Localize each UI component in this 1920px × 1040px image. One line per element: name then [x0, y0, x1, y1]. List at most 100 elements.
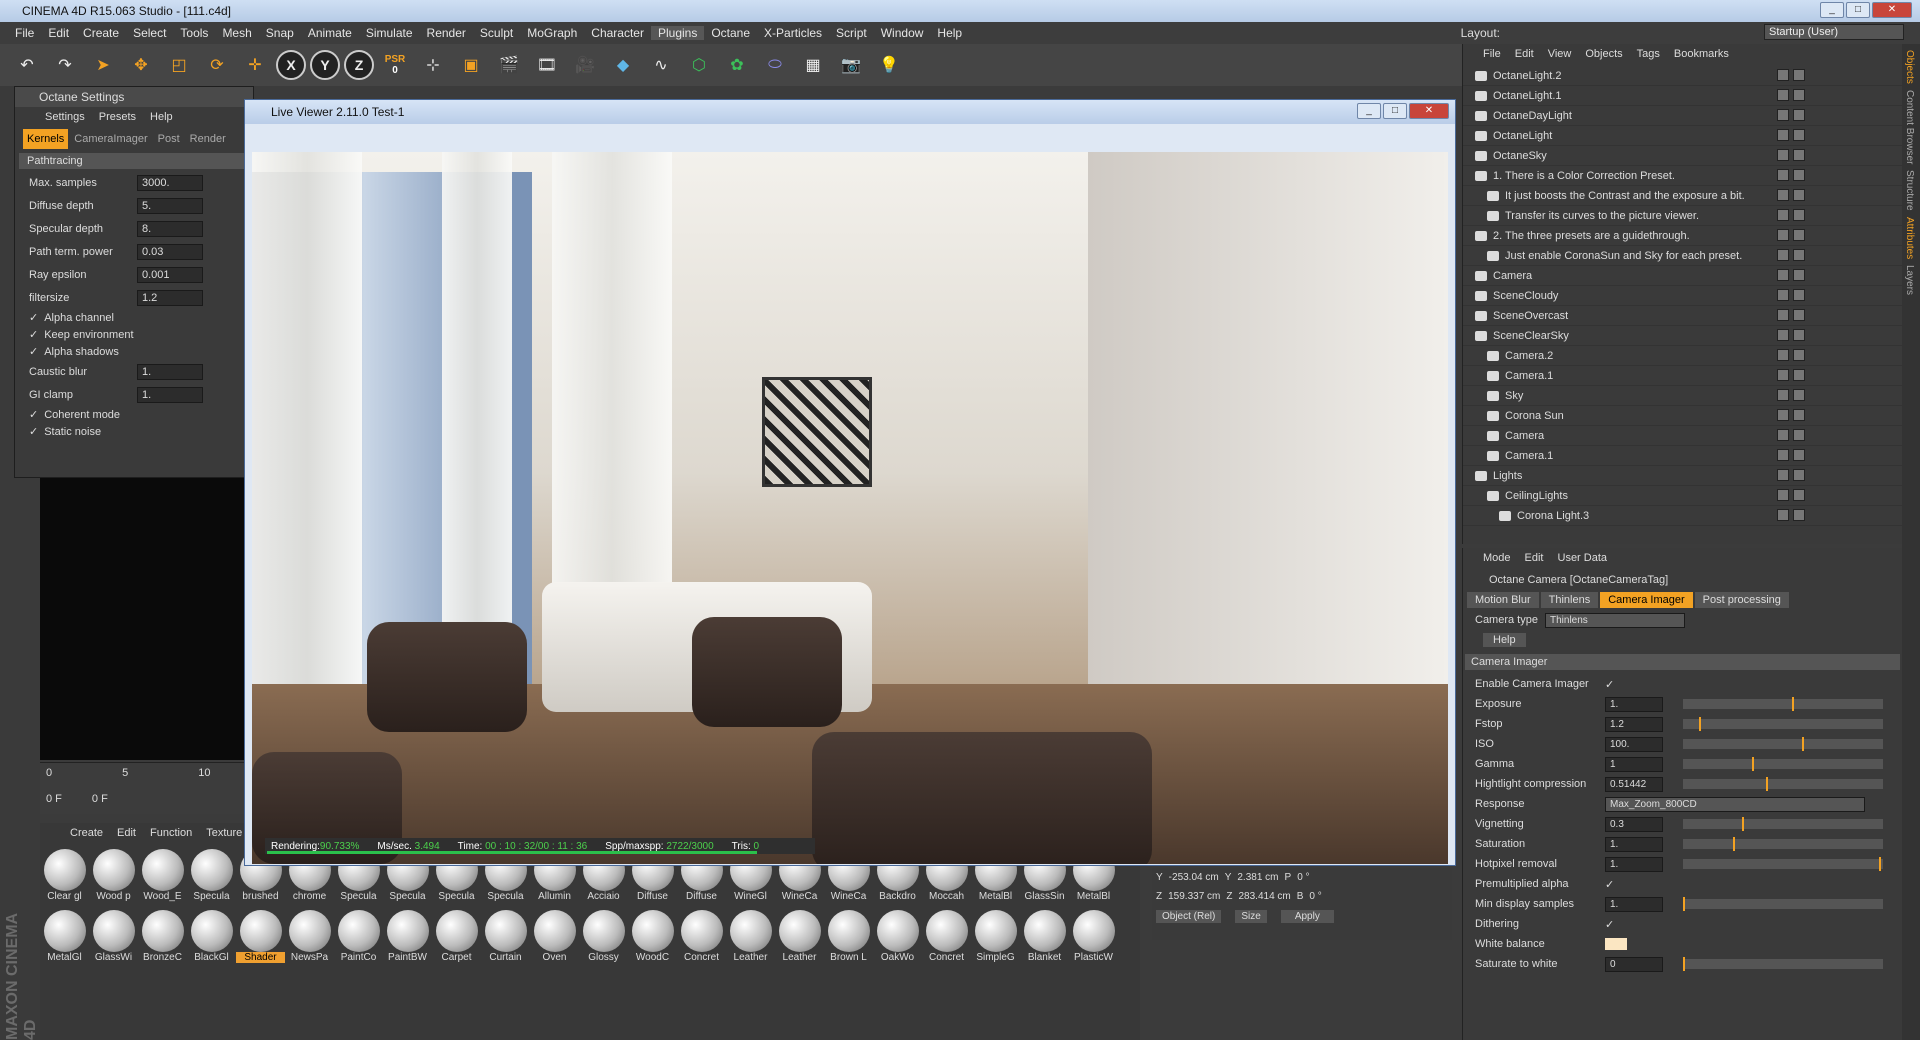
tag-icon[interactable] [1793, 369, 1805, 381]
material-swatch[interactable]: Shader [236, 908, 285, 968]
visibility-toggle[interactable] [1777, 169, 1789, 181]
menu-item-edit[interactable]: Edit [117, 827, 136, 839]
object-row[interactable]: Camera [1463, 426, 1902, 446]
visibility-toggle[interactable] [1777, 469, 1789, 481]
current-frame-field[interactable]: 0 F [46, 793, 62, 805]
tab-post-processing[interactable]: Post processing [1694, 592, 1789, 608]
menu-item-edit[interactable]: Edit [1515, 48, 1534, 62]
size-y-field[interactable]: 2.381 cm [1237, 872, 1278, 883]
tag-icon[interactable] [1793, 169, 1805, 181]
attribute-slider[interactable] [1683, 777, 1883, 791]
attribute-value-field[interactable]: 1. [1605, 896, 1663, 912]
slider-handle[interactable] [1732, 837, 1735, 851]
setting-value-field[interactable]: 1.2 [137, 289, 203, 306]
menu-item-edit[interactable]: Edit [1525, 552, 1544, 566]
object-row[interactable]: 1. There is a Color Correction Preset. [1463, 166, 1902, 186]
menu-item-render[interactable]: Render [420, 26, 473, 40]
scale-icon[interactable]: ◰ [162, 48, 196, 82]
checkbox-icon[interactable]: ✓ [29, 425, 38, 438]
visibility-toggle[interactable] [1777, 369, 1789, 381]
material-swatch[interactable]: MetalGl [40, 908, 89, 968]
object-row[interactable]: 2. The three presets are a guidethrough. [1463, 226, 1902, 246]
setting-value-field[interactable]: 5. [137, 197, 203, 214]
material-swatch[interactable]: BronzeC [138, 908, 187, 968]
attribute-value-field[interactable]: 1. [1605, 696, 1663, 712]
material-swatch[interactable]: Carpet [432, 908, 481, 968]
tag-icon[interactable] [1793, 189, 1805, 201]
attribute-slider[interactable] [1683, 757, 1883, 771]
attribute-value-field[interactable]: 100. [1605, 736, 1663, 752]
visibility-toggle[interactable] [1777, 209, 1789, 221]
tag-icon[interactable] [1793, 329, 1805, 341]
visibility-toggle[interactable] [1777, 309, 1789, 321]
object-row[interactable]: Camera.1 [1463, 366, 1902, 386]
material-swatch[interactable]: PaintCo [334, 908, 383, 968]
tag-icon[interactable] [1793, 229, 1805, 241]
tag-icon[interactable] [1793, 269, 1805, 281]
floor-icon[interactable]: ▦ [796, 48, 830, 82]
visibility-toggle[interactable] [1777, 69, 1789, 81]
tag-icon[interactable] [1793, 449, 1805, 461]
tag-icon[interactable] [1793, 289, 1805, 301]
object-row[interactable]: OctaneLight.2 [1463, 66, 1902, 86]
sidebar-tab-objects[interactable]: Objects [1904, 50, 1915, 84]
size-mode-select[interactable]: Size [1235, 910, 1267, 923]
setting-value-field[interactable]: 1. [137, 386, 203, 403]
x-axis-button[interactable]: X [276, 50, 306, 80]
attribute-value-field[interactable]: 1. [1605, 836, 1663, 852]
cube-icon[interactable]: ◆ [606, 48, 640, 82]
menu-item-octane[interactable]: Octane [704, 26, 757, 40]
object-row[interactable]: Camera [1463, 266, 1902, 286]
menu-item-plugins[interactable]: Plugins [650, 26, 705, 40]
visibility-toggle[interactable] [1777, 269, 1789, 281]
menu-item-bookmarks[interactable]: Bookmarks [1674, 48, 1729, 62]
attribute-slider[interactable] [1683, 717, 1883, 731]
setting-value-field[interactable]: 1. [137, 363, 203, 380]
material-swatch[interactable]: NewsPa [285, 908, 334, 968]
menu-item-mode[interactable]: Mode [1483, 552, 1511, 566]
menu-item-file[interactable]: File [1483, 48, 1501, 62]
spline-icon[interactable]: ∿ [644, 48, 678, 82]
material-swatch[interactable]: Clear gl [40, 847, 89, 907]
slider-handle[interactable] [1801, 737, 1804, 751]
menu-item-animate[interactable]: Animate [301, 26, 359, 40]
tab-post[interactable]: Post [154, 129, 184, 149]
object-row[interactable]: OctaneLight.1 [1463, 86, 1902, 106]
tab-cameraimager[interactable]: CameraImager [70, 129, 151, 149]
object-row[interactable]: Just enable CoronaSun and Sky for each p… [1463, 246, 1902, 266]
move-icon[interactable]: ✥ [124, 48, 158, 82]
object-row[interactable]: It just boosts the Contrast and the expo… [1463, 186, 1902, 206]
object-row[interactable]: Sky [1463, 386, 1902, 406]
material-swatch[interactable]: PaintBW [383, 908, 432, 968]
y-axis-button[interactable]: Y [310, 50, 340, 80]
tag-icon[interactable] [1793, 469, 1805, 481]
slider-handle[interactable] [1742, 817, 1745, 831]
menu-item-simulate[interactable]: Simulate [359, 26, 420, 40]
checkbox-row[interactable]: ✓ Alpha shadows [15, 343, 253, 360]
attribute-checkbox[interactable]: ✓ [1605, 918, 1614, 931]
setting-value-field[interactable]: 0.001 [137, 266, 203, 283]
slider-handle[interactable] [1879, 857, 1882, 871]
menu-item-create[interactable]: Create [70, 827, 103, 839]
attribute-value-field[interactable]: 0.51442 [1605, 776, 1663, 792]
menu-item-mesh[interactable]: Mesh [215, 26, 258, 40]
menu-item-presets[interactable]: Presets [99, 111, 136, 125]
visibility-toggle[interactable] [1777, 149, 1789, 161]
attribute-checkbox[interactable]: ✓ [1605, 878, 1614, 891]
visibility-toggle[interactable] [1777, 449, 1789, 461]
object-row[interactable]: Lights [1463, 466, 1902, 486]
setting-value-field[interactable]: 3000. [137, 174, 203, 191]
material-swatch[interactable]: Concret [677, 908, 726, 968]
redo-icon[interactable]: ↷ [48, 48, 82, 82]
camera-type-select[interactable]: Thinlens [1545, 612, 1685, 628]
material-swatch[interactable]: OakWo [873, 908, 922, 968]
menu-item-select[interactable]: Select [126, 26, 173, 40]
attribute-slider[interactable] [1683, 837, 1883, 851]
object-row[interactable]: Corona Light.3 [1463, 506, 1902, 526]
material-swatch[interactable]: Blanket [1020, 908, 1069, 968]
checkbox-icon[interactable]: ✓ [29, 408, 38, 421]
render-image[interactable]: Rendering:90.733% Ms/sec. 3.494 Time: 00… [252, 152, 1448, 864]
size-z-field[interactable]: 283.414 cm [1238, 891, 1290, 902]
menu-item-file[interactable]: File [8, 26, 41, 40]
menu-item-window[interactable]: Window [874, 26, 931, 40]
